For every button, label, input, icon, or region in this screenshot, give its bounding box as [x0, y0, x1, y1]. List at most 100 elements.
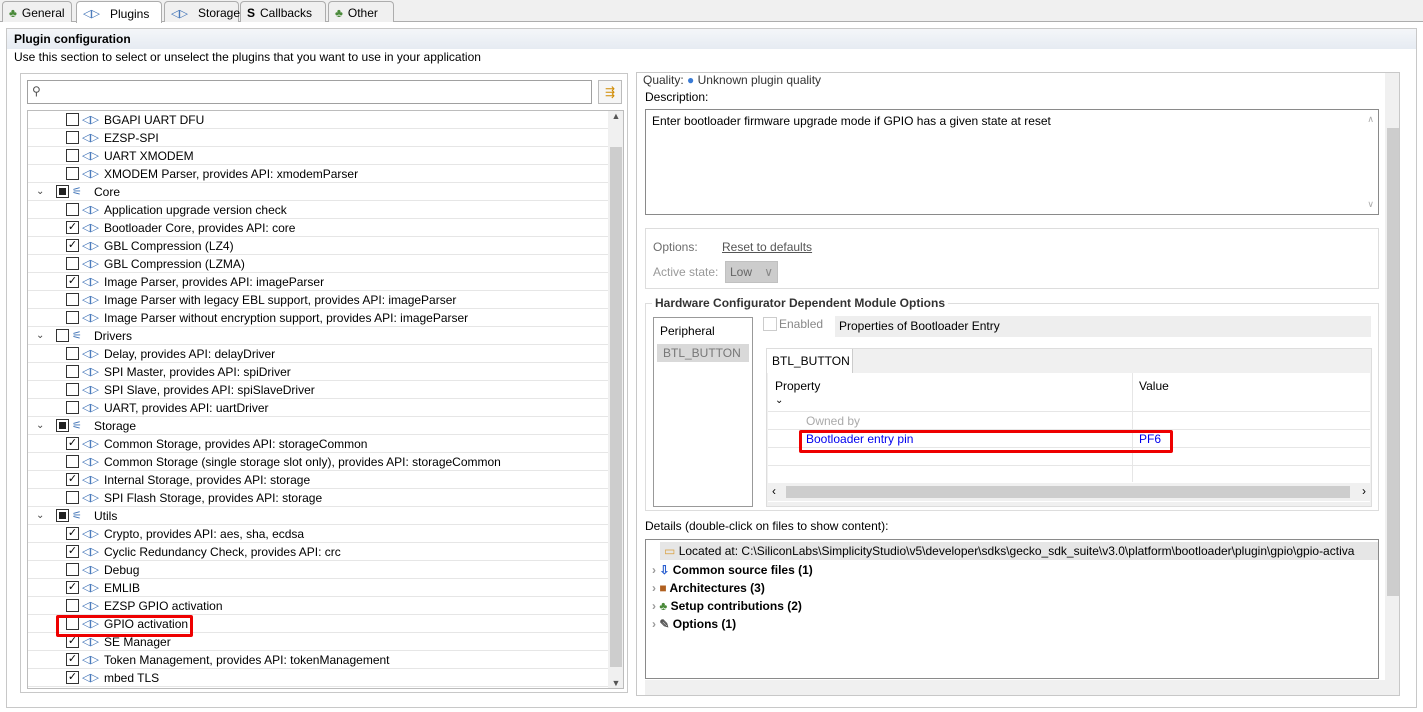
- tree-item[interactable]: ◁▷ SPI Master, provides API: spiDriver: [28, 363, 608, 381]
- enabled-checkbox[interactable]: [763, 317, 777, 331]
- tree-item[interactable]: ◁▷ EZSP-SPI: [28, 129, 608, 147]
- tree-item[interactable]: ◁▷ Delay, provides API: delayDriver: [28, 345, 608, 363]
- tree-category[interactable]: ⌄ ⚟ Utils: [28, 507, 608, 525]
- plugin-checkbox[interactable]: [66, 257, 79, 270]
- plugin-checkbox[interactable]: ✓: [66, 581, 79, 594]
- chevron-down-icon[interactable]: ⌄: [36, 330, 48, 341]
- plugin-checkbox[interactable]: [66, 455, 79, 468]
- reset-defaults-link[interactable]: Reset to defaults: [722, 240, 812, 254]
- plugin-checkbox[interactable]: [66, 401, 79, 414]
- plugin-checkbox[interactable]: ✓: [66, 239, 79, 252]
- chevron-down-icon[interactable]: ⌄: [36, 186, 48, 197]
- tab-other[interactable]: ♣ Other: [328, 1, 394, 22]
- tree-item[interactable]: ✓ ◁▷ Cyclic Redundancy Check, provides API…: [28, 543, 608, 561]
- tree-item[interactable]: ◁▷ Debug: [28, 561, 608, 579]
- plugin-checkbox[interactable]: [56, 329, 69, 342]
- active-state-select[interactable]: Low ∨: [725, 261, 778, 283]
- tree-item[interactable]: ✓ ◁▷ mbed TLS: [28, 669, 608, 687]
- wrench-icon: ✎: [659, 617, 670, 631]
- chevron-down-icon[interactable]: ⌄: [775, 395, 783, 406]
- plugin-checkbox[interactable]: [66, 563, 79, 576]
- tree-item[interactable]: ◁▷ BGAPI UART DFU: [28, 111, 608, 129]
- plugin-search[interactable]: ⚲: [27, 80, 592, 104]
- tree-item[interactable]: ✓ ◁▷ EMLIB: [28, 579, 608, 597]
- tree-item[interactable]: ✓ ◁▷ Image Parser, provides API: imagePars…: [28, 273, 608, 291]
- plugin-checkbox[interactable]: [66, 293, 79, 306]
- tree-item[interactable]: ◁▷ EZSP GPIO activation: [28, 597, 608, 615]
- tree-item[interactable]: ◁▷ UART XMODEM: [28, 147, 608, 165]
- plugin-checkbox[interactable]: ✓: [66, 653, 79, 666]
- plugin-checkbox[interactable]: [66, 383, 79, 396]
- tree-item[interactable]: ◁▷ Image Parser with legacy EBL support, …: [28, 291, 608, 309]
- details-scroll-thumb[interactable]: [1387, 128, 1399, 596]
- tree-item[interactable]: ◁▷ SPI Slave, provides API: spiSlaveDrive…: [28, 381, 608, 399]
- plugin-checkbox[interactable]: [66, 203, 79, 216]
- plugin-checkbox[interactable]: [56, 419, 69, 432]
- plugin-checkbox[interactable]: ✓: [66, 527, 79, 540]
- plugin-checkbox[interactable]: [66, 131, 79, 144]
- scroll-up-icon[interactable]: ∧: [1367, 114, 1374, 125]
- plugin-checkbox[interactable]: [66, 599, 79, 612]
- architectures-node[interactable]: › ■ Architectures (3): [652, 579, 813, 597]
- scroll-right-icon[interactable]: ›: [1362, 484, 1366, 498]
- plugin-checkbox[interactable]: ✓: [66, 221, 79, 234]
- plugin-checkbox[interactable]: ✓: [66, 545, 79, 558]
- located-at-row[interactable]: ▭ Located at: C:\SiliconLabs\SimplicityS…: [660, 542, 1378, 560]
- tree-scroll-thumb[interactable]: [610, 147, 622, 667]
- plugin-checkbox[interactable]: [66, 365, 79, 378]
- plugin-checkbox[interactable]: [56, 509, 69, 522]
- details-scrollbar[interactable]: [1385, 73, 1399, 695]
- plugin-checkbox[interactable]: ✓: [66, 671, 79, 684]
- plugin-checkbox[interactable]: [66, 347, 79, 360]
- tree-item[interactable]: ◁▷ XMODEM Parser, provides API: xmodemPar…: [28, 165, 608, 183]
- tab-btl-button[interactable]: BTL_BUTTON: [767, 349, 853, 373]
- scroll-left-icon[interactable]: ‹: [772, 484, 776, 498]
- description-text[interactable]: Enter bootloader firmware upgrade mode i…: [645, 109, 1379, 215]
- setup-contributions-node[interactable]: › ♣ Setup contributions (2): [652, 597, 813, 615]
- tree-item[interactable]: ◁▷ Image Parser without encryption suppor…: [28, 309, 608, 327]
- property-hscrollbar[interactable]: ‹ ›: [768, 483, 1370, 501]
- tree-item[interactable]: ◁▷ SPI Flash Storage, provides API: stora…: [28, 489, 608, 507]
- options-node[interactable]: › ✎ Options (1): [652, 615, 813, 633]
- tree-category[interactable]: ⌄ ⚟ Drivers: [28, 327, 608, 345]
- tree-item[interactable]: ✓ ◁▷ Common Storage, provides API: storage…: [28, 435, 608, 453]
- tree-item[interactable]: ✓ ◁▷ Crypto, provides API: aes, sha, ecdsa: [28, 525, 608, 543]
- expand-all-button[interactable]: ⇶: [598, 80, 622, 104]
- tab-callbacks[interactable]: S Callbacks: [240, 1, 326, 22]
- plugin-checkbox[interactable]: ✓: [66, 275, 79, 288]
- chevron-down-icon[interactable]: ⌄: [36, 510, 48, 521]
- common-source-files-node[interactable]: › ⇩ Common source files (1): [652, 561, 813, 579]
- tree-item[interactable]: ✓ ◁▷ Bootloader Core, provides API: core: [28, 219, 608, 237]
- tab-storage[interactable]: ◁▷ Storage: [164, 1, 240, 22]
- tree-scrollbar[interactable]: ▲ ▼: [608, 111, 623, 688]
- plugin-checkbox[interactable]: [66, 149, 79, 162]
- plugin-checkbox[interactable]: ✓: [66, 473, 79, 486]
- tree-item[interactable]: ◁▷ Application upgrade version check: [28, 201, 608, 219]
- plugin-checkbox[interactable]: [66, 113, 79, 126]
- tree-item[interactable]: ✓ ◁▷ Internal Storage, provides API: stora…: [28, 471, 608, 489]
- tree-category[interactable]: ⌄ ⚟ Storage: [28, 417, 608, 435]
- tree-category[interactable]: ⌄ ⚟ Core: [28, 183, 608, 201]
- plugin-checkbox[interactable]: [66, 491, 79, 504]
- plugin-checkbox[interactable]: [66, 167, 79, 180]
- chevron-down-icon[interactable]: ⌄: [36, 420, 48, 431]
- plugin-checkbox[interactable]: [56, 185, 69, 198]
- details-hscrollbar[interactable]: [645, 680, 1385, 695]
- scroll-up-icon[interactable]: ▲: [608, 111, 623, 121]
- tree-item[interactable]: ✓ ◁▷ GBL Compression (LZ4): [28, 237, 608, 255]
- scroll-down-icon[interactable]: ▼: [608, 678, 623, 688]
- plugin-checkbox[interactable]: [66, 311, 79, 324]
- hscroll-thumb[interactable]: [786, 486, 1350, 498]
- quality-row: Quality: ● Unknown plugin quality: [643, 73, 821, 87]
- scroll-down-icon[interactable]: ∨: [1367, 199, 1374, 210]
- tab-general[interactable]: ♣ General: [2, 1, 72, 22]
- tree-item[interactable]: ✓ ◁▷ Token Management, provides API: token…: [28, 651, 608, 669]
- tab-plugins[interactable]: ◁▷ Plugins: [76, 1, 162, 23]
- plugin-checkbox[interactable]: ✓: [66, 437, 79, 450]
- peripheral-btl-button[interactable]: BTL_BUTTON: [657, 344, 749, 362]
- highlight-entry-pin: [799, 430, 1173, 453]
- search-input[interactable]: [48, 84, 588, 100]
- tree-item[interactable]: ◁▷ GBL Compression (LZMA): [28, 255, 608, 273]
- tree-item[interactable]: ◁▷ UART, provides API: uartDriver: [28, 399, 608, 417]
- tree-item[interactable]: ◁▷ Common Storage (single storage slot on…: [28, 453, 608, 471]
